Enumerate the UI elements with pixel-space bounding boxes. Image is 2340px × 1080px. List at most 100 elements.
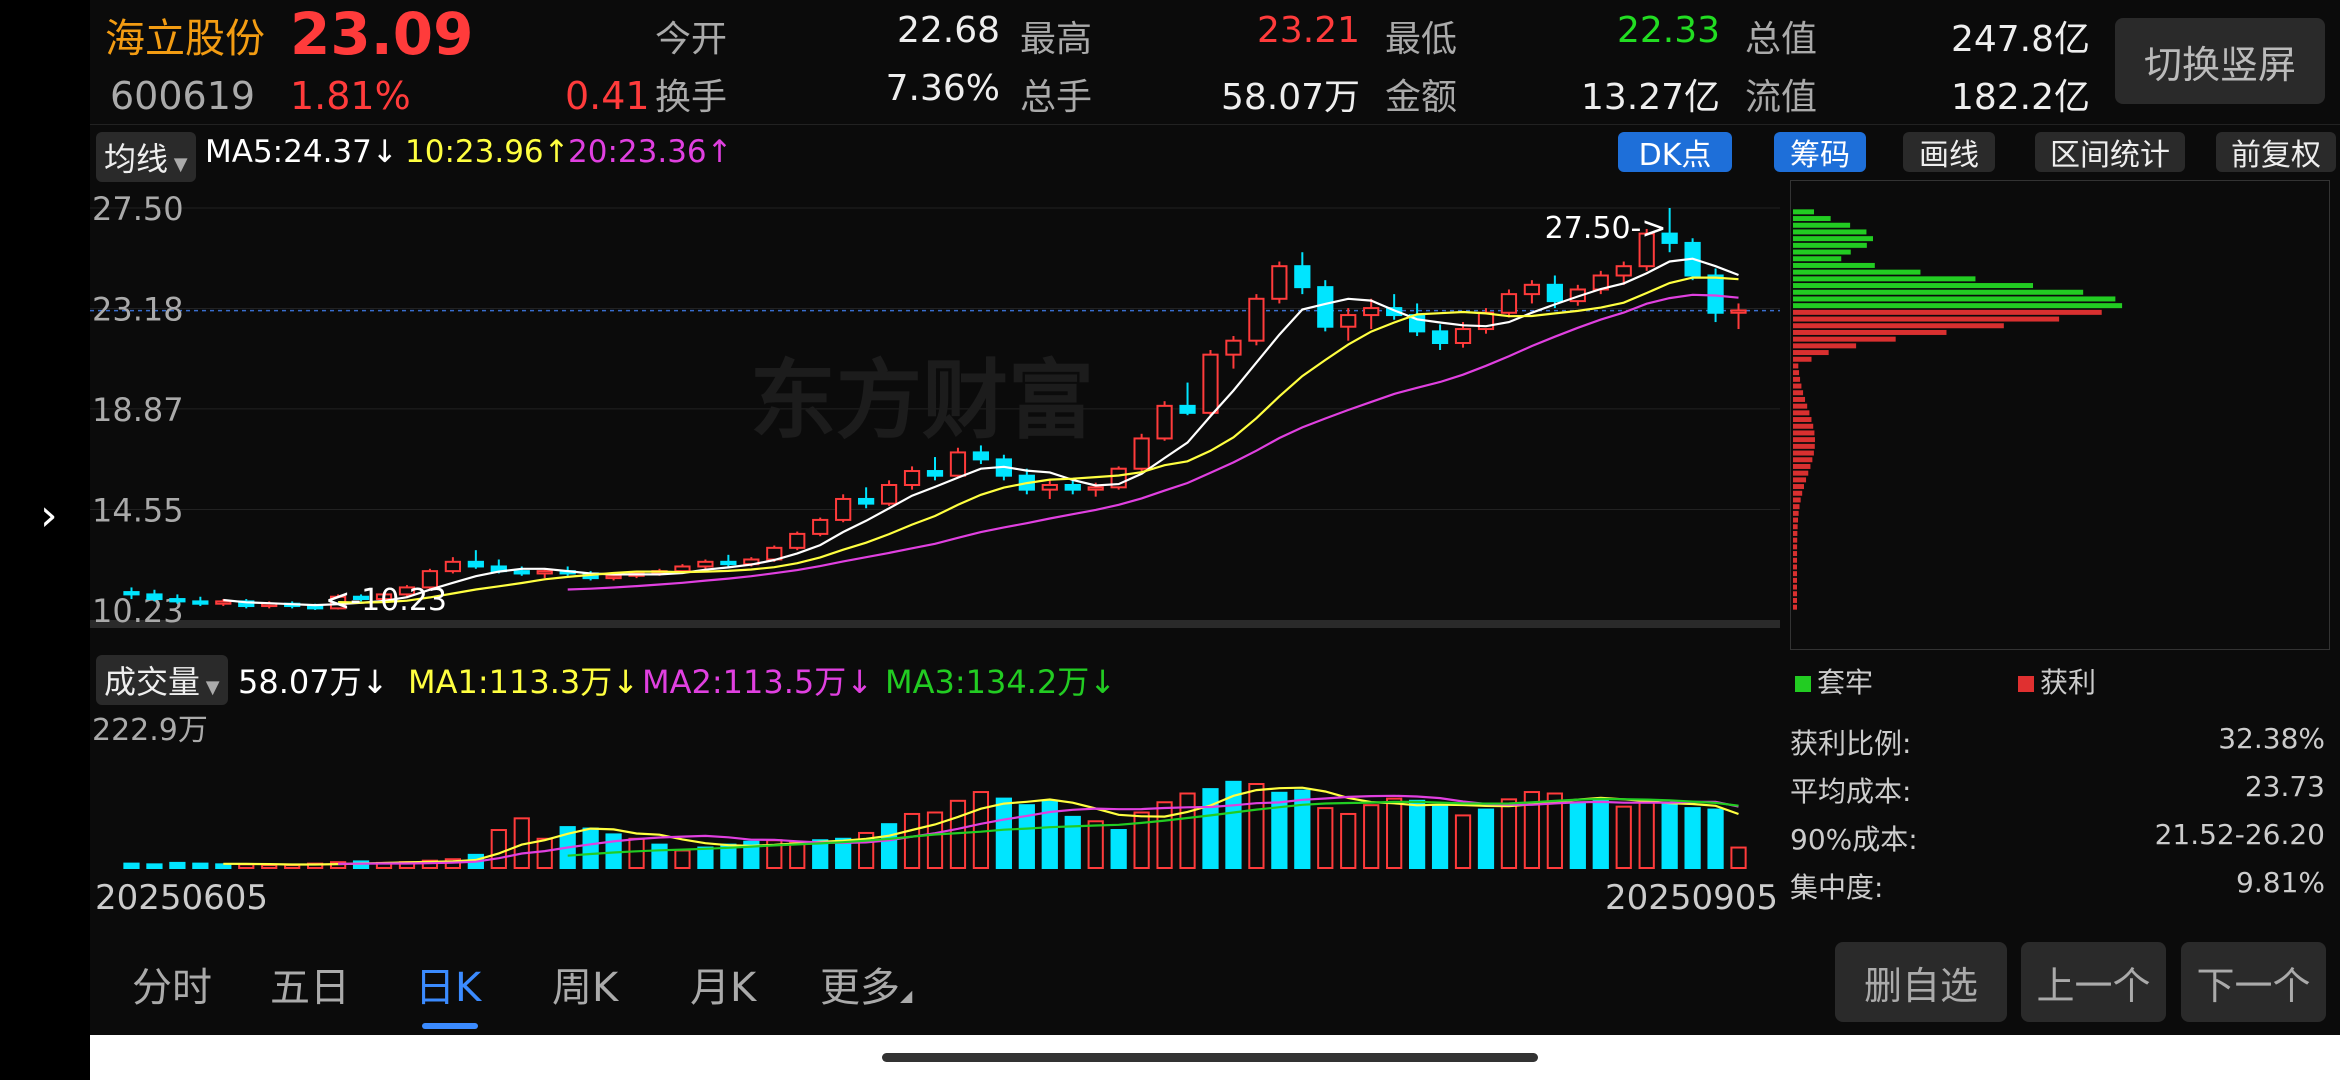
candle — [1615, 265, 1632, 277]
volume-selector[interactable]: 成交量 ▼ — [96, 655, 228, 705]
chip-bar — [1793, 383, 1802, 389]
candle — [536, 570, 553, 575]
chip-bar — [1793, 356, 1812, 362]
tab-more[interactable]: 更多◢ — [820, 955, 912, 1013]
tab-five-day[interactable]: 五日 — [270, 955, 350, 1013]
expand-arrow-icon[interactable]: › — [40, 490, 58, 541]
remove-watchlist-button[interactable]: 删自选 — [1835, 942, 2007, 1022]
volume-bar — [1408, 799, 1426, 869]
switch-portrait-button[interactable]: 切换竖屏 — [2115, 18, 2325, 104]
volume-bar — [1431, 804, 1449, 869]
chips-button[interactable]: 筹码 — [1774, 132, 1866, 173]
tab-weekly-k[interactable]: 周K — [552, 955, 618, 1013]
chip-bar — [1793, 262, 1875, 268]
chip-bar — [1793, 517, 1799, 523]
next-stock-button[interactable]: 下一个 — [2181, 942, 2326, 1022]
tab-daily-k[interactable]: 日K — [415, 955, 481, 1013]
high-marker: 27.50-> — [1545, 211, 1667, 246]
ma10-readout: 10:23.96↑ — [405, 134, 570, 170]
chip-bar — [1793, 604, 1797, 610]
ma-selector[interactable]: 均线 ▼ — [96, 132, 196, 182]
candle — [835, 497, 852, 521]
candle — [605, 574, 622, 580]
app: 海立股份 23.09 600619 1.81% 0.41 今开 22.68 最高… — [90, 0, 2340, 1080]
stat-value: 32.38% — [2218, 722, 2325, 755]
candle — [1064, 484, 1081, 491]
candle — [858, 497, 875, 505]
chip-bar — [1793, 564, 1798, 570]
start-date: 20250605 — [95, 878, 269, 918]
chip-bar — [1793, 571, 1798, 577]
float-value: 182.2亿 — [1950, 77, 2090, 118]
candle — [880, 484, 898, 505]
open-label: 今开 — [655, 19, 728, 60]
ma10-value: 10:23.96 — [405, 134, 544, 170]
volume-value: 58.07万 — [1220, 77, 1360, 118]
stat-avg-cost: 平均成本: 23.73 — [1790, 770, 2330, 810]
chip-bar — [1793, 490, 1803, 496]
chips-label: 筹码 — [1790, 138, 1850, 173]
dk-point-label: DK点 — [1638, 138, 1712, 173]
volume-bar — [192, 862, 209, 870]
y-axis-label: 14.55 — [92, 491, 184, 529]
chip-bar — [1793, 423, 1814, 429]
candle — [444, 560, 462, 573]
chip-bar — [1793, 222, 1851, 228]
y-axis-label: 18.87 — [92, 391, 184, 429]
chip-bar — [1793, 403, 1808, 409]
chip-bar — [1793, 209, 1815, 215]
legend-trapped-label: 套牢 — [1817, 666, 1874, 699]
dk-point-button[interactable]: DK点 — [1618, 132, 1732, 173]
volume-bar — [880, 823, 898, 869]
legend-swatch-red — [2018, 676, 2034, 692]
tab-intraday[interactable]: 分时 — [132, 955, 212, 1013]
volume-bar — [674, 849, 691, 870]
chip-bar — [1793, 551, 1798, 557]
vol-ma1-readout: MA1:113.3万↓ — [408, 657, 639, 703]
candle — [972, 451, 990, 461]
kline-chart[interactable]: 东方财富 27.50 23.18 18.87 14.55 10.23 27.50-> <-10… — [90, 180, 1780, 650]
candle — [1340, 314, 1357, 328]
vol-value: 58.07万 — [238, 663, 362, 701]
arrow-down-icon: ↓ — [846, 663, 874, 701]
tab-monthly-k[interactable]: 月K — [690, 955, 756, 1013]
stat-concentration: 集中度: 9.81% — [1790, 866, 2330, 906]
chip-bar — [1793, 296, 2116, 302]
candle — [1363, 307, 1380, 317]
legend-profit-label: 获利 — [2040, 666, 2097, 699]
corner-triangle-icon: ◢ — [900, 986, 913, 1005]
chip-bar — [1793, 303, 2123, 309]
turnover-label: 换手 — [655, 77, 728, 118]
scroll-track — [90, 620, 1780, 628]
vol-ma3-value: MA3:134.2万 — [885, 663, 1090, 701]
previous-stock-button[interactable]: 上一个 — [2021, 942, 2166, 1022]
volume-bar — [926, 811, 944, 869]
volume-bar — [146, 863, 163, 870]
candle — [1041, 484, 1058, 491]
end-date: 20250905 — [1605, 878, 1779, 918]
draw-line-button[interactable]: 画线 — [1903, 132, 1995, 173]
amount-label: 金额 — [1385, 77, 1458, 118]
candle — [1546, 283, 1563, 303]
ma20-readout: 20:23.36↑ — [568, 134, 733, 170]
amount-value: 13.27亿 — [1580, 77, 1720, 118]
range-stats-label: 区间统计 — [2050, 138, 2170, 173]
range-stats-button[interactable]: 区间统计 — [2035, 132, 2185, 173]
volume-bar — [1110, 829, 1127, 869]
volume-bar — [1661, 802, 1678, 869]
candle — [789, 532, 806, 549]
chip-bar — [1793, 236, 1873, 242]
home-gesture-handle[interactable] — [882, 1053, 1538, 1062]
forward-adjust-button[interactable]: 前复权 — [2216, 132, 2336, 173]
chip-bar — [1793, 289, 2084, 295]
chip-bar — [1793, 276, 1976, 282]
chip-bar — [1793, 269, 1921, 275]
arrow-down-icon: ↓ — [371, 134, 398, 170]
candle — [903, 470, 921, 487]
stat-label: 平均成本: — [1790, 775, 1912, 808]
dropdown-icon: ▼ — [168, 154, 188, 175]
y-axis-label: 27.50 — [92, 190, 184, 228]
volume-bar — [1317, 807, 1334, 869]
ma-selector-label: 均线 — [104, 140, 169, 178]
candle — [1087, 486, 1104, 491]
